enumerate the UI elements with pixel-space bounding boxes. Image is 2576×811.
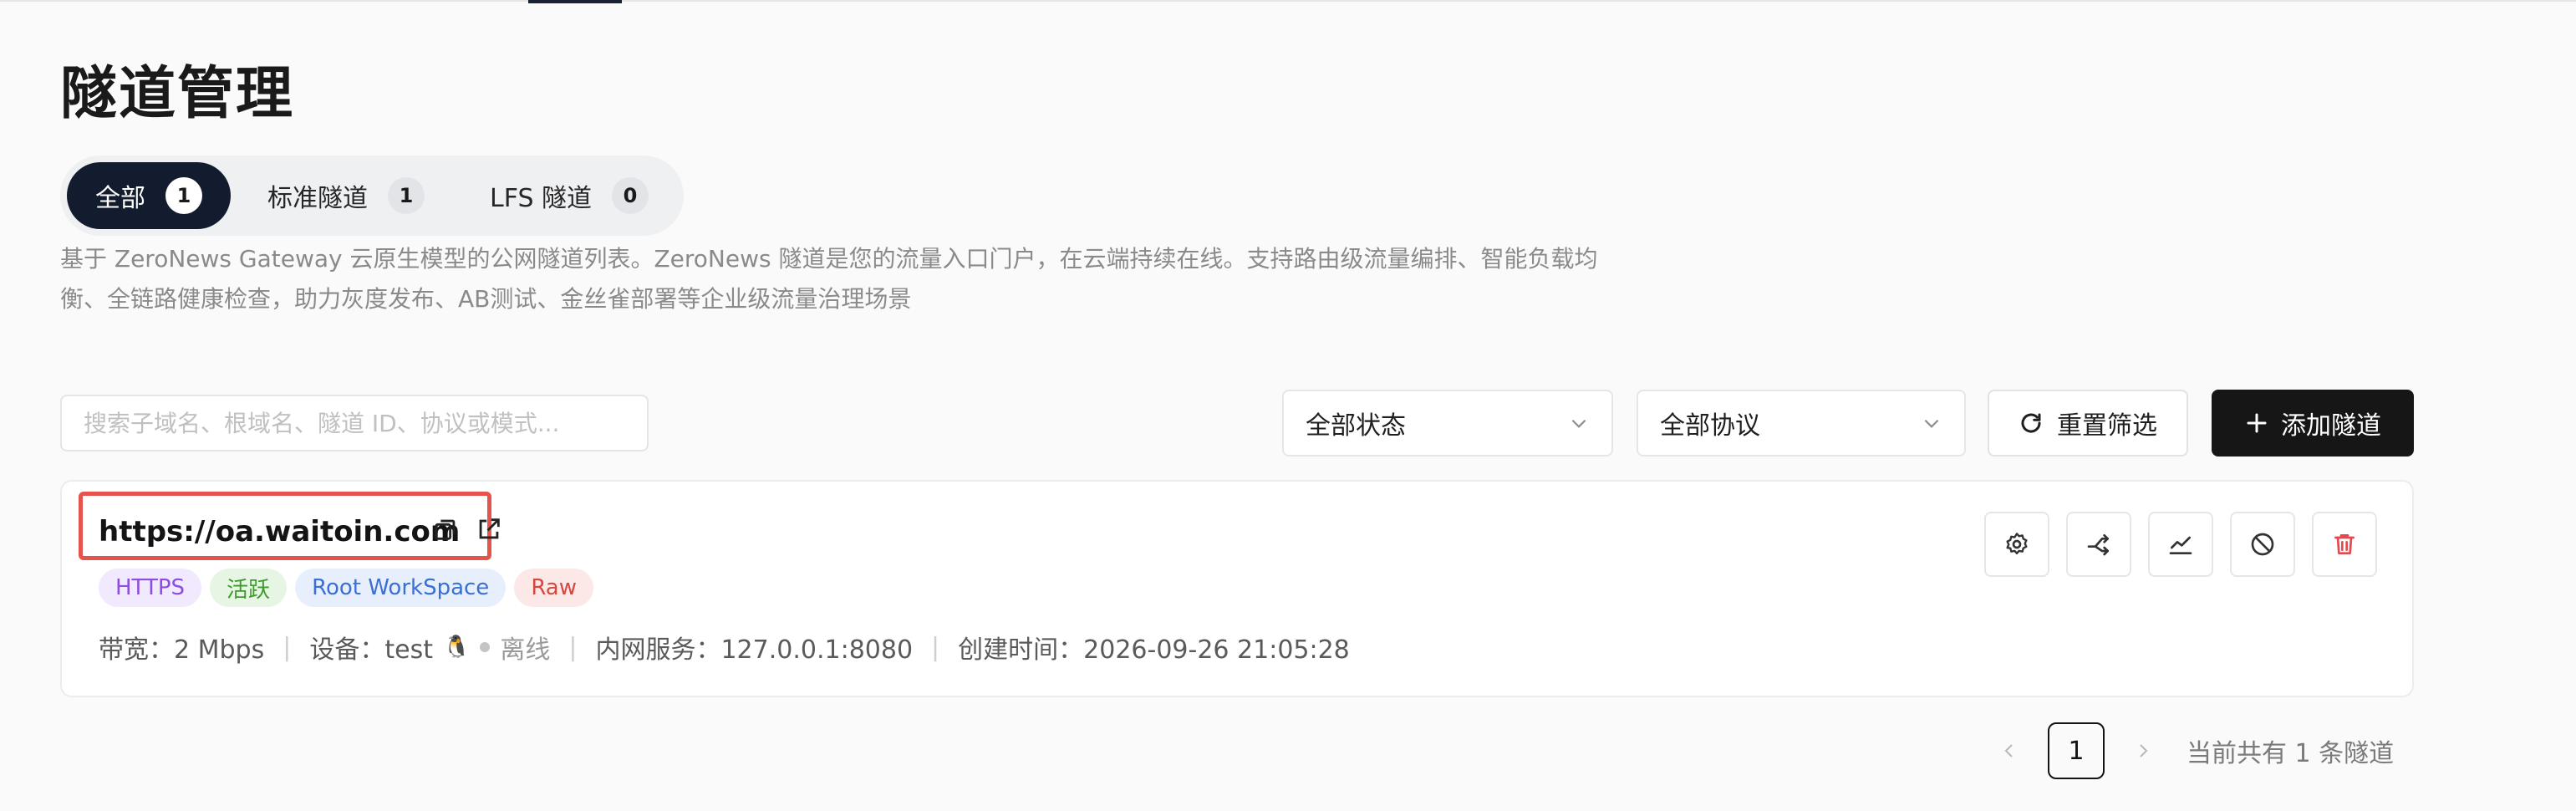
copy-icon[interactable] [431,515,460,543]
tab-label: 标准隧道 [267,184,368,213]
page-description: 基于 ZeroNews Gateway 云原生模型的公网隧道列表。ZeroNew… [60,239,1749,319]
linux-penguin-icon: 🐧 [442,635,471,660]
protocol-select[interactable]: 全部协议 [1637,390,1966,457]
reset-filters-label: 重置筛选 [2057,411,2157,441]
status-select[interactable]: 全部状态 [1282,390,1613,457]
settings-button[interactable] [1984,512,2049,577]
page-number-button[interactable]: 1 [2048,722,2105,779]
plus-icon [2247,413,2267,433]
route-split-icon [2087,534,2109,556]
bandwidth-text: 带宽：2 Mbps [99,635,265,665]
protocol-select-value: 全部协议 [1660,411,1760,441]
chevron-down-icon [1571,419,1586,428]
tab-lfs[interactable]: LFS 隧道 0 [461,162,677,229]
status-badge: 活跃 [210,569,288,607]
reset-filters-button[interactable]: 重置筛选 [1988,390,2188,457]
meta-divider: | [283,632,292,662]
total-count-text: 当前共有 1 条隧道 [2187,739,2395,768]
offline-dot-icon [480,642,491,652]
tunnel-actions [1984,512,2377,577]
routing-button[interactable] [2066,512,2131,577]
tab-count-badge: 1 [165,177,202,214]
url-actions [431,515,503,543]
refresh-icon [2021,413,2041,433]
page-title: 隧道管理 [60,61,295,127]
search-input[interactable] [84,396,647,450]
traffic-chart-button[interactable] [2148,512,2213,577]
internal-service-text: 内网服务：127.0.0.1:8080 [595,635,914,665]
meta-divider: | [931,632,940,662]
line-chart-icon [2169,536,2192,554]
chevron-right-icon [2140,744,2148,757]
device-status-text: 离线 [500,635,551,665]
top-nav-active-indicator [528,0,622,3]
mode-tag: Raw [514,569,594,607]
description-line: 衡、全链路健康检查，助力灰度发布、AB测试、金丝雀部署等企业级流量治理场景 [60,285,912,313]
search-box [60,395,649,451]
description-line: 基于 ZeroNews Gateway 云原生模型的公网隧道列表。ZeroNew… [60,245,1598,273]
disable-button[interactable] [2230,512,2295,577]
tunnel-meta: 带宽：2 Mbps | 设备：test 🐧 离线 | 内网服务：127.0.0.… [99,629,1350,666]
tunnel-card: https://oa.waitoin.com HTTPS 活跃 Root Wor… [60,480,2414,697]
tab-count-badge: 0 [612,177,649,214]
tab-label: LFS 隧道 [490,184,593,213]
tunnel-type-tabs: 全部 1 标准隧道 1 LFS 隧道 0 [60,156,685,236]
created-time-text: 创建时间：2026-09-26 21:05:28 [958,635,1350,665]
tab-count-badge: 1 [388,177,425,214]
external-link-icon[interactable] [475,515,503,543]
chevron-down-icon [1924,419,1939,428]
protocol-tag: HTTPS [99,569,202,607]
gear-icon [2006,533,2028,554]
top-divider [0,0,2576,2]
add-tunnel-button[interactable]: 添加隧道 [2212,390,2414,457]
tunnel-tags: HTTPS 活跃 Root WorkSpace Raw [99,569,594,607]
next-page-button[interactable] [2128,736,2158,766]
meta-divider: | [568,632,578,662]
workspace-tag: Root WorkSpace [295,569,507,607]
tab-standard[interactable]: 标准隧道 1 [239,162,453,229]
prev-page-button[interactable] [1994,736,2024,766]
tunnel-url[interactable]: https://oa.waitoin.com [99,515,460,548]
pagination: 1 当前共有 1 条隧道 [1994,722,2394,779]
add-tunnel-label: 添加隧道 [2281,411,2381,441]
device-text: 设备：test [309,635,433,665]
delete-button[interactable] [2312,512,2377,577]
chevron-left-icon [2004,744,2013,757]
ban-icon [2251,533,2274,556]
trash-icon [2334,534,2355,554]
tab-all[interactable]: 全部 1 [67,162,231,229]
status-select-value: 全部状态 [1306,411,1406,441]
tab-label: 全部 [95,184,145,213]
